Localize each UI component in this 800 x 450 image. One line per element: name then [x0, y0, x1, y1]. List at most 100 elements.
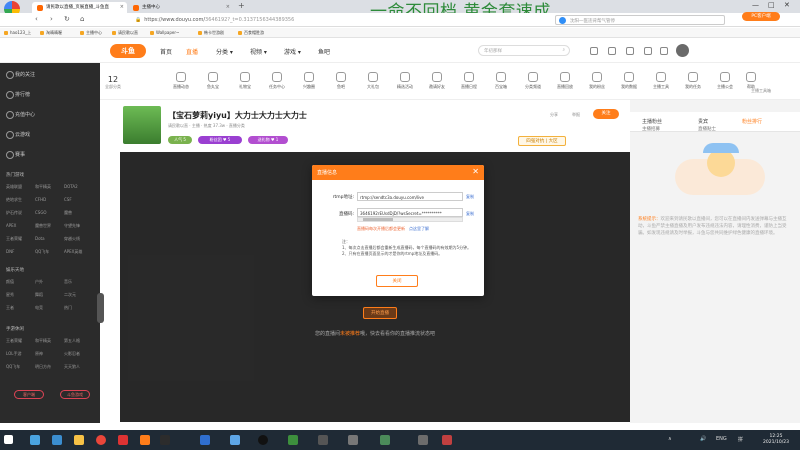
category-item[interactable]: 我的任务 — [678, 72, 708, 90]
start-live-button[interactable]: 开始直播 — [363, 307, 397, 319]
learn-more-link[interactable]: 点这里了解 — [409, 226, 429, 231]
sidebar-game[interactable]: 星秀 — [6, 292, 35, 298]
sidebar-game[interactable]: 英雄联盟 — [6, 184, 35, 190]
sidebar-game[interactable]: QQ飞车 — [35, 249, 64, 255]
copy-rtmp-button[interactable]: 复制 — [466, 194, 474, 200]
user-avatar[interactable] — [676, 44, 689, 57]
start-icon[interactable] — [4, 435, 13, 444]
share-button[interactable]: 分享 — [550, 112, 558, 118]
app-icon[interactable] — [288, 435, 298, 445]
file-explorer-icon[interactable] — [74, 435, 84, 445]
room-tag[interactable]: 人气 5 — [168, 136, 192, 144]
bookmark-item[interactable]: 韩卡世游剧 — [198, 30, 224, 36]
browser-taskbar-icon[interactable] — [96, 435, 106, 445]
category-item[interactable]: 直播动态 — [166, 72, 196, 90]
nav-fishbar[interactable]: 鱼吧 — [318, 47, 330, 56]
douyu-games-button[interactable]: 斗鱼游戏 — [60, 390, 90, 399]
app-icon[interactable] — [418, 435, 428, 445]
sidebar-collapse-handle[interactable] — [97, 293, 104, 323]
sidebar-game[interactable]: 王者 — [6, 305, 35, 311]
follow-button[interactable]: 关注 — [593, 109, 619, 119]
sidebar-game[interactable]: 音乐 — [64, 279, 93, 285]
streamer-toolbox-link[interactable]: 主播工具箱 — [742, 88, 780, 94]
app-icon[interactable] — [348, 435, 358, 445]
bookmark-item[interactable]: 百食帽胜游 — [238, 30, 264, 36]
back-icon[interactable]: ‹ — [35, 15, 38, 23]
app-icon[interactable] — [118, 435, 128, 445]
category-item[interactable]: 我的数据 — [614, 72, 644, 90]
sidebar-game[interactable]: 火影忍者 — [64, 351, 93, 357]
rtmp-address-field[interactable]: rtmp://sendtc3a.douyu.com/live — [357, 192, 463, 201]
edge-icon[interactable] — [52, 435, 62, 445]
category-item[interactable]: 直播回放 — [550, 72, 580, 90]
refresh-icon[interactable]: ↻ — [64, 15, 70, 23]
dialog-close-button[interactable]: 关闭 — [376, 275, 418, 287]
category-item[interactable]: 邀请好友 — [422, 72, 452, 90]
home-icon[interactable]: ⌂ — [80, 15, 84, 23]
sidebar-game[interactable]: 和平精英 — [35, 184, 64, 190]
browser-search-input[interactable]: 沈阳一医违背帮气管停 — [555, 15, 725, 25]
tab-close-icon[interactable]: × — [226, 4, 230, 10]
sidebar-game[interactable]: APEX — [6, 223, 35, 228]
sidebar-game[interactable]: CSGO — [35, 210, 64, 215]
tray-expand-icon[interactable]: ∧ — [668, 436, 672, 442]
sidebar-game[interactable]: 二次元 — [64, 292, 93, 298]
category-item[interactable]: 我的粉丝 — [582, 72, 612, 90]
new-tab-button[interactable]: + — [238, 2, 245, 10]
sidebar-game[interactable]: 颜值 — [6, 279, 35, 285]
site-search-input[interactable]: 年初那样 ⌕ — [478, 45, 570, 56]
category-item[interactable]: 兴趣圈 — [294, 72, 324, 90]
live-tips-link[interactable]: 直播贴士 — [698, 126, 716, 132]
tab-fans[interactable]: 主播粉丝 — [642, 118, 662, 125]
app-icon[interactable] — [258, 435, 268, 445]
task-icon[interactable] — [660, 47, 668, 55]
sidebar-game[interactable]: 王者荣耀 — [6, 236, 35, 242]
category-item[interactable]: 精选活动 — [390, 72, 420, 90]
horizontal-scrollbar[interactable] — [357, 217, 463, 222]
app-icon[interactable] — [160, 435, 170, 445]
close-icon[interactable]: ✕ — [472, 167, 479, 176]
sidebar-game[interactable]: 明日方舟 — [35, 364, 64, 370]
report-button[interactable]: 举报 — [572, 112, 580, 118]
nav-video[interactable]: 视频 ▾ — [250, 47, 267, 56]
room-avatar[interactable] — [123, 106, 161, 144]
sidebar-game[interactable]: 电竞 — [35, 305, 64, 311]
bookmark-item[interactable]: 主播中心 — [80, 30, 102, 36]
nav-home[interactable]: 首页 — [160, 47, 172, 56]
bookmark-item[interactable]: 请民歌以直 — [112, 30, 138, 36]
sidebar-item-esports[interactable]: 赛事 — [6, 151, 25, 159]
category-item[interactable]: 鱼丸宝 — [198, 72, 228, 90]
sidebar-game[interactable]: 舞蹈 — [35, 292, 64, 298]
tab-close-icon[interactable]: × — [120, 4, 124, 10]
gift-badge[interactable]: 送礼物 ♥ 1 — [248, 136, 288, 144]
sidebar-game[interactable]: DOTA2 — [64, 184, 93, 189]
copy-key-button[interactable]: 复制 — [466, 211, 474, 217]
sidebar-game[interactable]: 原神 — [35, 351, 64, 357]
category-item[interactable]: 分类频道 — [518, 72, 548, 90]
sidebar-game[interactable]: 天天狼人 — [64, 364, 93, 370]
message-icon[interactable] — [644, 47, 652, 55]
pc-client-button[interactable]: PC客户端 — [742, 12, 780, 21]
stream-key-field[interactable]: 3646192rEUsdDjD/?wsSecret=********** — [357, 208, 463, 217]
category-item[interactable]: 主播工具 — [646, 72, 676, 90]
sidebar-game[interactable]: LOL手游 — [6, 351, 35, 357]
category-item[interactable]: 礼物宝 — [230, 72, 260, 90]
sidebar-item-rank[interactable]: 排行榜 — [6, 91, 30, 99]
close-window-button[interactable]: ✕ — [784, 1, 790, 9]
nav-category[interactable]: 分类 ▾ — [216, 47, 233, 56]
sidebar-game[interactable]: 第五人格 — [64, 338, 93, 344]
sidebar-item-follow[interactable]: 我的关注 — [6, 71, 35, 79]
all-categories[interactable]: 12 全部分类 — [100, 75, 126, 90]
task-view-icon[interactable] — [30, 435, 40, 445]
sidebar-game[interactable]: 炉石传说 — [6, 210, 35, 216]
sidebar-game[interactable]: DNF — [6, 249, 35, 254]
ime-indicator[interactable]: 拼 — [738, 436, 743, 443]
sidebar-game[interactable]: 守望先锋 — [64, 223, 93, 229]
app-icon[interactable] — [230, 435, 240, 445]
category-item[interactable]: 直播日程 — [454, 72, 484, 90]
bookmark-item[interactable]: hao123_上 — [4, 30, 31, 36]
fan-club-badge[interactable]: 粉丝团 ♥ 5 — [198, 136, 242, 144]
sidebar-game[interactable]: APEX英雄 — [64, 249, 93, 255]
scrollbar-thumb[interactable] — [363, 218, 393, 221]
language-indicator[interactable]: ENG — [716, 436, 727, 442]
